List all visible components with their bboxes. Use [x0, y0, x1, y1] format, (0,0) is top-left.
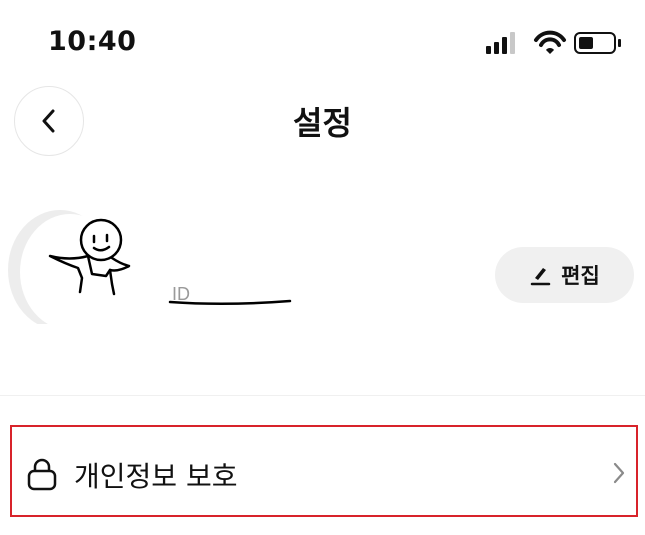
id-underline — [168, 299, 292, 306]
chevron-right-icon — [613, 462, 625, 484]
lock-icon — [27, 458, 57, 491]
wifi-icon — [534, 30, 566, 54]
status-icons — [486, 30, 621, 54]
edit-label: 편집 — [561, 264, 600, 288]
settings-screen: 10:40 설정 ID 편집 개인정보 보호 — [0, 0, 645, 535]
signal-icon — [486, 32, 515, 54]
edit-profile-button[interactable]: 편집 — [495, 247, 634, 303]
menu-item-privacy[interactable]: 개인정보 보호 — [10, 425, 638, 517]
menu-item-label: 개인정보 보호 — [74, 460, 238, 493]
section-divider — [0, 395, 645, 396]
page-title: 설정 — [293, 104, 352, 142]
status-time: 10:40 — [48, 26, 137, 57]
avatar[interactable] — [8, 206, 158, 324]
pencil-icon — [530, 268, 551, 286]
battery-icon — [574, 32, 621, 54]
